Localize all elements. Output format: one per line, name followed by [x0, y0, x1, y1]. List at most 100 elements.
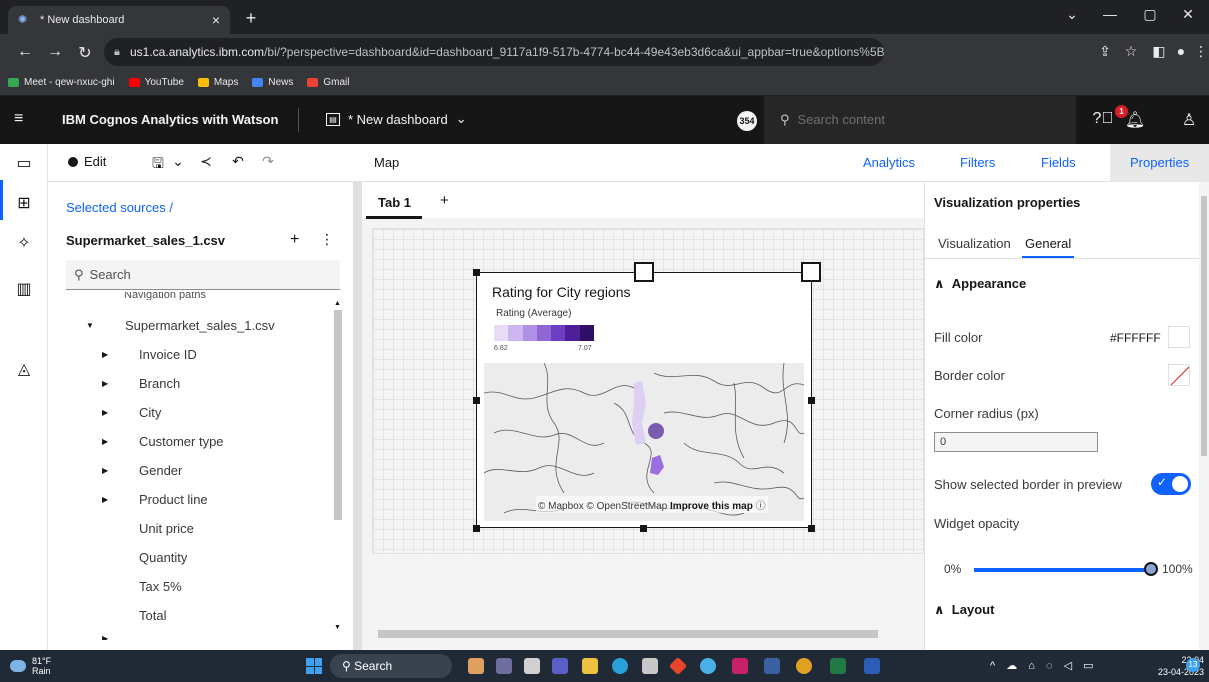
panel-splitter[interactable] [354, 182, 362, 650]
webex-icon[interactable] [764, 658, 780, 674]
task-view-icon[interactable] [524, 658, 540, 674]
bookmark-meet[interactable]: Meet - qew-nxuc-ghi [8, 77, 115, 88]
save-icon[interactable]: 🖫︎ [148, 153, 168, 177]
widget-title[interactable]: Rating for City regions [492, 284, 631, 300]
tab-filters[interactable]: Filters [960, 155, 995, 170]
teams-icon[interactable] [552, 658, 568, 674]
forward-icon[interactable]: → [44, 43, 66, 61]
show-border-toggle[interactable]: ✓ [1151, 473, 1191, 495]
browser-tab[interactable]: ✺ * New dashboard × [8, 6, 230, 34]
user-count-badge[interactable]: 354 [737, 111, 757, 131]
opacity-slider-handle[interactable] [1144, 562, 1158, 576]
share-icon[interactable]: ⇪ [1094, 43, 1116, 60]
canvas-h-scroll-thumb[interactable] [378, 630, 878, 638]
corner-radius-input[interactable]: 0 [934, 432, 1098, 452]
bookmark-maps[interactable]: Maps [197, 77, 238, 88]
back-icon[interactable]: ← [14, 43, 36, 61]
fill-color-swatch[interactable] [1168, 326, 1190, 348]
weather-widget[interactable]: 81°F Rain [10, 656, 51, 676]
layout-section-toggle[interactable]: ∧ Layout [934, 602, 994, 618]
visualizations-icon[interactable]: ▥ [0, 270, 48, 310]
add-tab-button[interactable]: + [440, 192, 449, 209]
tab-properties[interactable]: Properties [1110, 144, 1209, 182]
edit-toggle[interactable]: Edit [68, 154, 106, 169]
app-icon[interactable] [700, 658, 716, 674]
bookmark-star-icon[interactable]: ☆ [1120, 43, 1142, 60]
close-window-icon[interactable]: ✕ [1168, 6, 1208, 23]
scroll-down-icon[interactable]: ▼ [334, 624, 341, 631]
word-icon[interactable] [864, 658, 880, 674]
system-tray[interactable]: ^ ☁ ⌂ ◌ ◁ ▭ [990, 659, 1097, 672]
resize-handle[interactable] [808, 397, 815, 404]
opacity-slider-track[interactable] [974, 568, 1152, 572]
source-search-input[interactable]: ⚲ Search [66, 260, 340, 290]
widget-drag-handle[interactable] [801, 262, 821, 282]
taskbar-app-icon[interactable] [468, 658, 484, 674]
excel-icon[interactable] [830, 658, 846, 674]
store-icon[interactable] [642, 658, 658, 674]
save-chevron-icon[interactable]: ⌄ [168, 153, 188, 170]
windows-start-icon[interactable] [306, 658, 322, 674]
side-panel-icon[interactable]: ◧ [1148, 43, 1170, 60]
info-icon[interactable]: ⓘ [756, 501, 766, 512]
tab-visualization[interactable]: Visualization [938, 236, 1011, 251]
resize-handle[interactable] [640, 525, 647, 532]
user-profile-icon[interactable]: ♙ [1177, 110, 1201, 130]
taskbar-search[interactable]: ⚲ Search [330, 654, 452, 678]
resize-handle[interactable] [808, 525, 815, 532]
tree-item-quantity[interactable]: Quantity [48, 543, 328, 572]
bookmark-gmail[interactable]: Gmail [307, 77, 349, 88]
widget-drag-handle[interactable] [634, 262, 654, 282]
undo-icon[interactable]: ↶ [228, 153, 248, 170]
resize-handle[interactable] [473, 269, 480, 276]
tree-item-city[interactable]: ▶ City [48, 398, 328, 427]
data-sources-icon[interactable]: ⊞ [0, 184, 48, 224]
add-source-button[interactable]: + [290, 231, 299, 249]
improve-map-link[interactable]: Improve this map [670, 501, 753, 512]
minimize-icon[interactable]: — [1090, 6, 1130, 22]
edge-icon[interactable] [612, 658, 628, 674]
tree-item-navigation-paths[interactable]: Navigation paths [124, 292, 206, 300]
pin-icon[interactable]: ✧ [0, 224, 48, 264]
hamburger-menu-icon[interactable]: ≡ [14, 110, 23, 128]
tree-item-gender[interactable]: ▶ Gender [48, 456, 328, 485]
assets-icon[interactable]: ◬ [0, 350, 48, 390]
tab-fields[interactable]: Fields [1041, 155, 1076, 170]
resize-handle[interactable] [473, 397, 480, 404]
selected-sources-breadcrumb[interactable]: Selected sources / [66, 200, 173, 215]
tree-item-tax[interactable]: Tax 5% [48, 572, 328, 601]
close-tab-icon[interactable]: × [212, 12, 220, 28]
bookmark-youtube[interactable]: YouTube [128, 77, 184, 88]
tab-analytics[interactable]: Analytics [863, 155, 915, 170]
comment-icon[interactable]: ▭ [0, 144, 48, 184]
reload-icon[interactable]: ↻ [74, 43, 96, 63]
menu-kebab-icon[interactable]: ⋮ [1190, 43, 1209, 60]
tree-item-branch[interactable]: ▶ Branch [48, 369, 328, 398]
sources-scroll-thumb[interactable] [334, 310, 342, 520]
tab-general[interactable]: General [1025, 236, 1071, 251]
restore-icon[interactable]: ▢ [1130, 6, 1170, 23]
properties-scroll-thumb[interactable] [1201, 196, 1207, 456]
tree-item-invoice-id[interactable]: ▶ Invoice ID [48, 340, 328, 369]
tree-item-total[interactable]: Total [48, 601, 328, 630]
new-tab-button[interactable]: + [240, 8, 262, 29]
tab-search-chevron-icon[interactable]: ⌄ [1052, 6, 1092, 23]
bookmark-news[interactable]: News [252, 77, 293, 88]
border-color-swatch[interactable] [1168, 364, 1190, 386]
app-icon[interactable] [668, 656, 688, 676]
notification-center-badge[interactable]: 13 [1186, 658, 1200, 672]
redo-icon[interactable]: ↷ [258, 153, 278, 170]
file-explorer-icon[interactable] [582, 658, 598, 674]
scroll-up-icon[interactable]: ▲ [334, 300, 341, 307]
search-input[interactable]: ⚲ Search content [764, 96, 1076, 144]
url-field[interactable]: 🔒︎ us1.ca.analytics.ibm.com/bi/?perspecti… [104, 38, 884, 66]
tree-item-customer-type[interactable]: ▶ Customer type [48, 427, 328, 456]
profile-avatar[interactable]: ● [1170, 43, 1192, 59]
appearance-section-toggle[interactable]: ∧ Appearance [934, 276, 1026, 292]
help-icon[interactable]: ?⃝ [1091, 110, 1115, 128]
mcafee-icon[interactable] [732, 658, 748, 674]
resize-handle[interactable] [473, 525, 480, 532]
dashboard-name-button[interactable]: ▤ * New dashboard ⌄ [326, 111, 467, 127]
tree-item-unit-price[interactable]: Unit price [48, 514, 328, 543]
taskbar-app-icon[interactable] [496, 658, 512, 674]
